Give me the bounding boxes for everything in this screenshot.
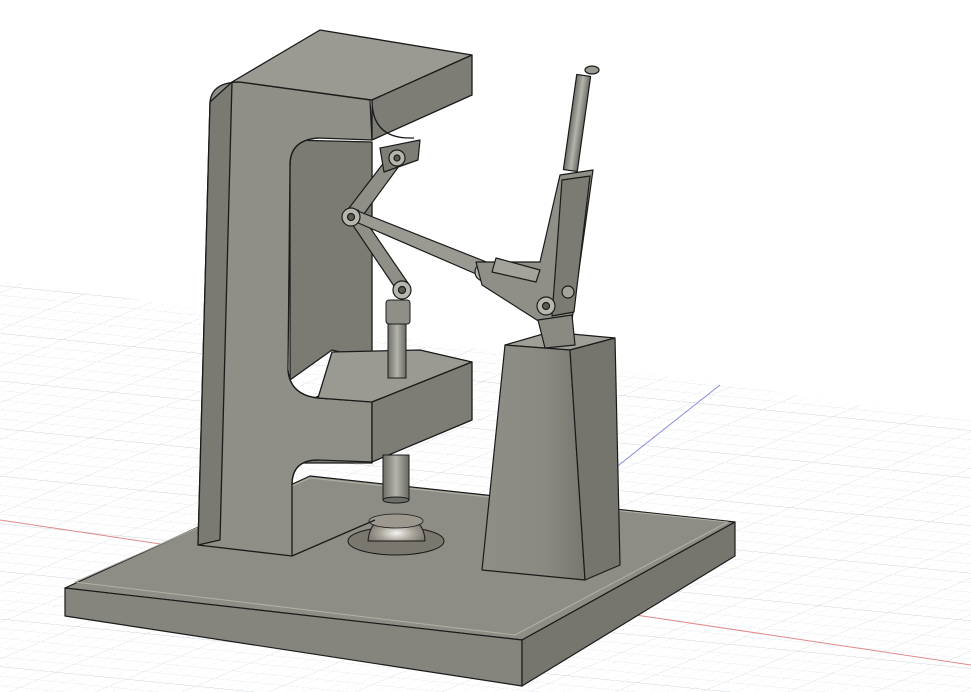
3d-viewport[interactable]	[0, 0, 971, 692]
scene[interactable]	[0, 0, 971, 692]
pedestal[interactable]	[481, 331, 621, 581]
hand-lever[interactable]	[475, 65, 600, 349]
